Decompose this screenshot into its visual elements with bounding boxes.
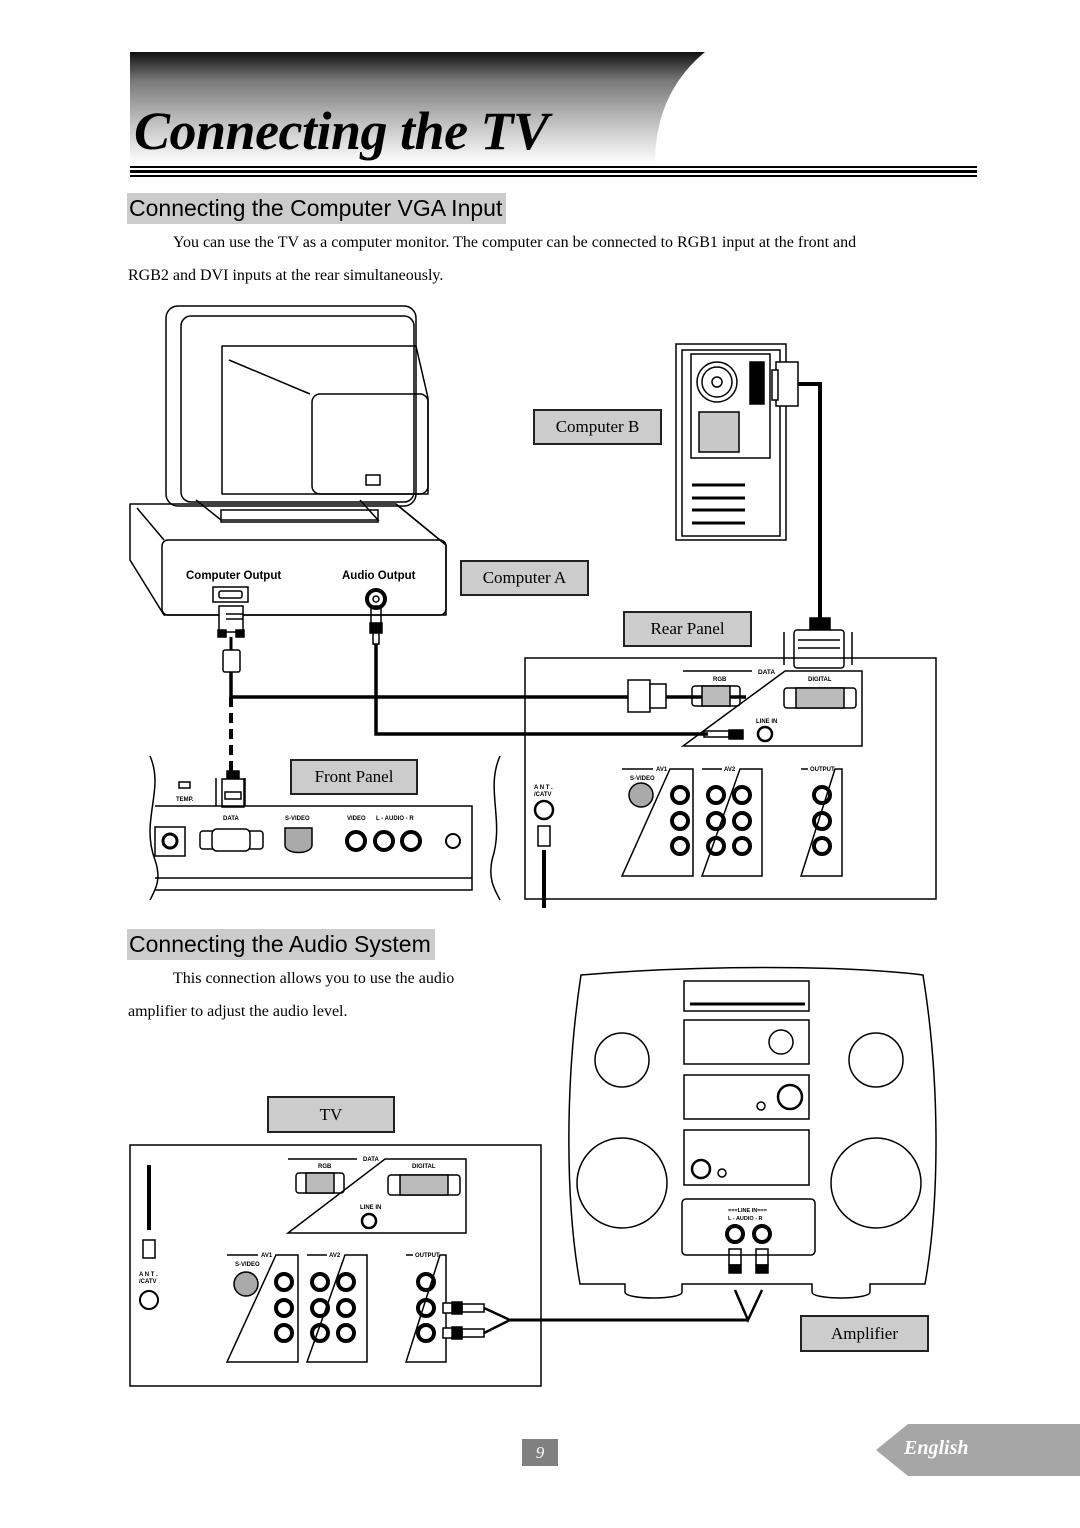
svg-text:DATA: DATA	[758, 669, 775, 676]
connection-diagrams: Computer Output Audio Output DATA RGB DI…	[129, 305, 937, 1387]
svg-text:/CATV: /CATV	[139, 1279, 157, 1285]
svg-text:Computer Output: Computer Output	[186, 570, 281, 582]
svg-text:AV1: AV1	[656, 767, 668, 773]
audio-paragraph-line2: amplifier to adjust the audio level.	[128, 1003, 348, 1020]
page-number: 9	[522, 1439, 558, 1466]
svg-text:DIGITAL: DIGITAL	[412, 1164, 436, 1170]
svg-text:AV2: AV2	[724, 767, 736, 773]
svg-text:LINE IN: LINE IN	[756, 719, 777, 725]
svg-text:DIGITAL: DIGITAL	[808, 677, 832, 683]
callout-computer-b: Computer B	[533, 409, 662, 445]
monitor-illustration	[165, 305, 429, 523]
svg-text:L - AUDIO - R: L - AUDIO - R	[728, 1216, 763, 1222]
svg-text:OUTPUT: OUTPUT	[415, 1253, 440, 1259]
svg-text:A N T .: A N T .	[534, 785, 553, 791]
amplifier-illustration: ===LINE IN=== L - AUDIO - R	[568, 966, 937, 1324]
callout-front-panel: Front Panel	[290, 759, 418, 795]
rear-panel-illustration: DATA RGB DIGITAL LINE IN AV1 AV2 OUTPUT …	[524, 657, 937, 908]
svg-text:VIDEO: VIDEO	[347, 816, 366, 822]
svg-text:RGB: RGB	[713, 677, 727, 683]
svg-text:RGB: RGB	[318, 1164, 332, 1170]
svg-text:AV1: AV1	[261, 1253, 273, 1259]
svg-text:L - AUDIO - R: L - AUDIO - R	[376, 816, 414, 822]
svg-text:LINE IN: LINE IN	[360, 1205, 381, 1211]
callout-amplifier: Amplifier	[800, 1315, 929, 1352]
svg-text:A N T .: A N T .	[139, 1272, 158, 1278]
svg-text:OUTPUT: OUTPUT	[810, 767, 835, 773]
svg-text:AV2: AV2	[329, 1253, 341, 1259]
svg-text:S-VIDEO: S-VIDEO	[285, 816, 310, 822]
svg-text:S-VIDEO: S-VIDEO	[630, 776, 655, 782]
svg-text:S-VIDEO: S-VIDEO	[235, 1262, 260, 1268]
section-heading-audio: Connecting the Audio System	[127, 929, 435, 960]
svg-text:DATA: DATA	[363, 1157, 379, 1163]
svg-text:/CATV: /CATV	[534, 792, 552, 798]
svg-text:DATA: DATA	[223, 816, 239, 822]
svg-text:TEMP.: TEMP.	[176, 797, 194, 803]
callout-tv: TV	[267, 1096, 395, 1133]
tv-rear-panel-illustration: DATA RGB DIGITAL LINE IN AV1 AV2 OUTPUT …	[129, 1144, 748, 1387]
language-label: English	[904, 1437, 969, 1459]
svg-text:Audio Output: Audio Output	[342, 570, 416, 582]
callout-computer-a: Computer A	[460, 560, 589, 596]
audio-paragraph-line1: This connection allows you to use the au…	[173, 970, 455, 987]
svg-text:===LINE IN===: ===LINE IN===	[728, 1208, 767, 1214]
callout-rear-panel: Rear Panel	[623, 611, 752, 647]
